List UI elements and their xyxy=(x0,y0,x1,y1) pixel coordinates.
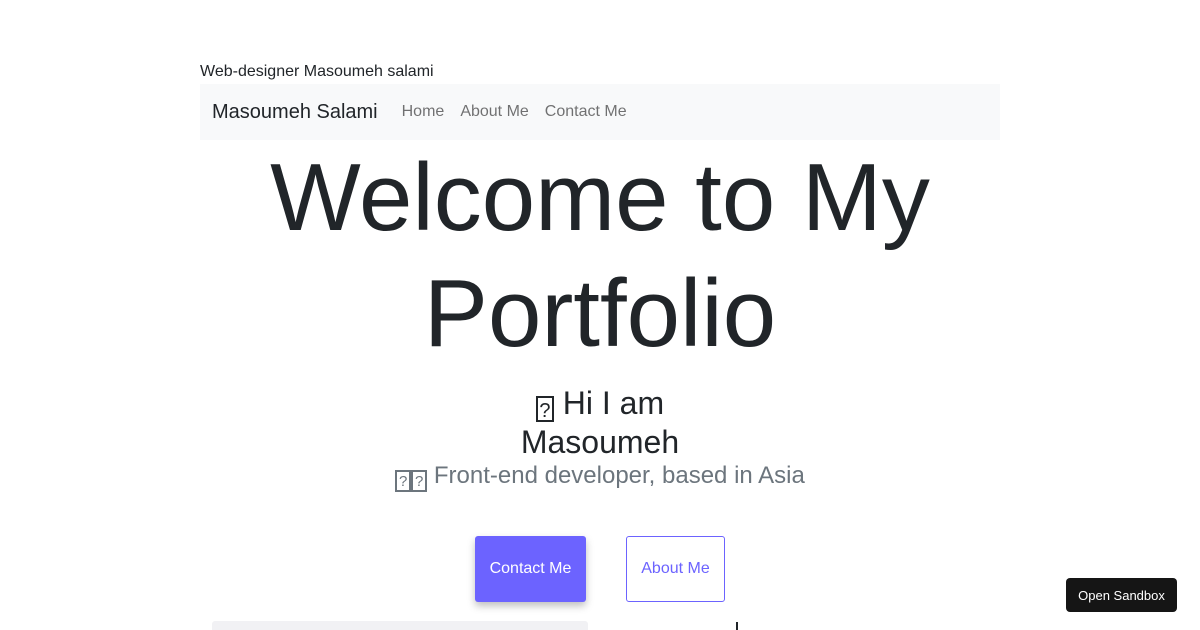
author-name: Masoumeh xyxy=(520,424,680,460)
wave-emoji-icon: ? xyxy=(535,396,554,422)
open-sandbox-button[interactable]: Open Sandbox xyxy=(1066,578,1177,612)
nav-link-home[interactable]: Home xyxy=(394,103,453,121)
role-line: ?? Front-end developer, based in Asia xyxy=(200,462,1000,492)
section-heading-fragment xyxy=(728,622,758,630)
page: Web-designer Masoumeh salami Masoumeh Sa… xyxy=(0,0,1200,630)
about-me-button[interactable]: About Me xyxy=(626,536,725,602)
content-card xyxy=(212,621,588,630)
nav-link-about[interactable]: About Me xyxy=(452,103,536,121)
navbar-brand[interactable]: Masoumeh Salami xyxy=(212,101,378,124)
contact-me-button[interactable]: Contact Me xyxy=(475,536,586,602)
nav-link-contact[interactable]: Contact Me xyxy=(537,103,635,121)
hero-title: Welcome to My Portfolio xyxy=(270,144,930,367)
greeting-line: ? Hi I am xyxy=(200,384,1000,422)
hero-section: Welcome to My Portfolio ? Hi I am Masoum… xyxy=(200,140,1000,492)
role-text: Front-end developer, based in Asia xyxy=(433,462,805,489)
navbar: Masoumeh Salami Home About Me Contact Me xyxy=(200,84,1000,140)
greeting-text: Hi I am xyxy=(562,385,665,421)
page-heading: Web-designer Masoumeh salami xyxy=(200,63,434,80)
developer-emoji-icon: ? xyxy=(395,470,412,492)
laptop-emoji-icon: ? xyxy=(411,470,428,492)
